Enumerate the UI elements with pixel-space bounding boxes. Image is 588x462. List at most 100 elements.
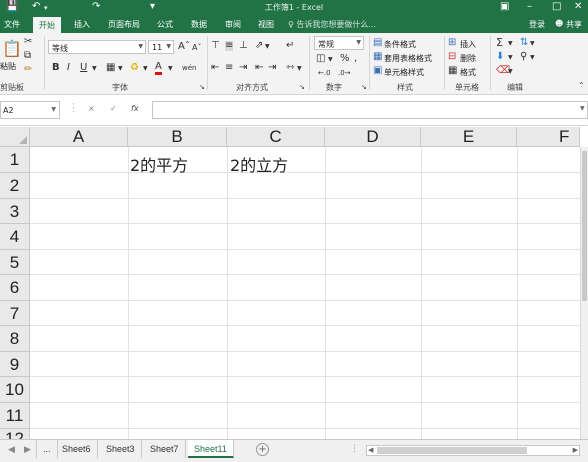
cell-b1[interactable]: 2的平方 <box>130 152 188 176</box>
font-color-icon[interactable]: A <box>155 62 162 75</box>
maximize-icon[interactable]: □ <box>552 1 561 12</box>
fill-dropdown-icon[interactable]: ▼ <box>508 53 513 63</box>
scroll-right-icon[interactable]: ▶ <box>573 446 578 454</box>
font-name-select[interactable]: 等线 ▼ <box>48 40 146 54</box>
cut-icon[interactable]: ✂ <box>24 37 32 47</box>
row-header-9[interactable]: 9 <box>0 352 30 377</box>
fill-icon[interactable]: ⬇ <box>496 52 504 62</box>
number-dialog-launcher-icon[interactable]: ↘ <box>361 82 367 92</box>
column-header-a[interactable]: A <box>30 127 128 147</box>
login-link[interactable]: 登录 <box>529 19 545 30</box>
sort-filter-icon[interactable]: ⇅ <box>520 38 528 48</box>
align-center-icon[interactable]: ≡ <box>225 63 233 73</box>
underline-dropdown-icon[interactable]: ▼ <box>92 64 97 74</box>
formula-input[interactable] <box>152 101 588 119</box>
italic-button[interactable]: I <box>67 63 70 73</box>
format-cells-button[interactable]: 格式 <box>460 67 476 78</box>
tell-me-search[interactable]: ♀ 告诉我您想要做什么... <box>288 19 376 30</box>
sort-filter-dropdown-icon[interactable]: ▼ <box>530 39 535 49</box>
alignment-dialog-launcher-icon[interactable]: ↘ <box>299 82 305 92</box>
row-header-11[interactable]: 11 <box>0 403 30 429</box>
tab-split-handle-icon[interactable]: ⋮ <box>350 444 359 454</box>
tab-data[interactable]: 数据 <box>191 19 207 30</box>
clear-dropdown-icon[interactable]: ▼ <box>508 67 513 77</box>
orientation-dropdown-icon[interactable]: ▼ <box>265 42 270 52</box>
cancel-edit-button[interactable]: × <box>88 104 95 113</box>
insert-cells-icon[interactable]: ⊞ <box>448 38 456 48</box>
bold-button[interactable]: B <box>52 63 60 73</box>
user-icon[interactable]: ☻ <box>555 19 563 28</box>
row-header-10[interactable]: 10 <box>0 377 30 403</box>
wrap-text-icon[interactable]: ↵ <box>286 41 294 51</box>
tab-view[interactable]: 视图 <box>258 19 274 30</box>
decrease-indent-icon[interactable]: ⇤ <box>255 63 263 73</box>
underline-button[interactable]: U <box>80 63 87 73</box>
close-icon[interactable]: ✕ <box>574 1 582 12</box>
cell-c1[interactable]: 2的立方 <box>230 152 288 176</box>
phonetic-guide-icon[interactable]: wén <box>182 63 196 73</box>
fill-color-icon[interactable]: ♻ <box>130 63 139 73</box>
sheet-tab-overflow[interactable]: ... <box>36 440 58 458</box>
horizontal-scrollbar[interactable]: ◀ ▶ <box>366 445 580 456</box>
percent-style-icon[interactable]: % <box>340 54 350 64</box>
comma-style-icon[interactable]: , <box>354 54 357 64</box>
autosum-icon[interactable]: Σ <box>496 37 503 48</box>
row-header-7[interactable]: 7 <box>0 301 30 326</box>
currency-format-icon[interactable]: ◫ <box>316 54 325 64</box>
row-header-4[interactable]: 4 <box>0 224 30 250</box>
number-format-select[interactable]: 常规 ▼ <box>314 36 364 50</box>
column-header-e[interactable]: E <box>421 127 517 147</box>
copy-icon[interactable]: ⧉ <box>24 51 31 61</box>
next-sheet-icon[interactable]: ▶ <box>24 445 31 455</box>
tab-insert[interactable]: 插入 <box>74 19 90 30</box>
font-dialog-launcher-icon[interactable]: ↘ <box>199 82 205 92</box>
merge-dropdown-icon[interactable]: ▼ <box>297 64 302 74</box>
column-header-b[interactable]: B <box>128 127 227 147</box>
sheet-tab-sheet11[interactable]: Sheet11 <box>188 440 234 458</box>
decrease-decimal-icon[interactable]: .0→ <box>338 68 351 78</box>
minimize-icon[interactable]: – <box>527 1 532 12</box>
increase-decimal-icon[interactable]: ←.0 <box>318 68 331 78</box>
format-cells-icon[interactable]: ▦ <box>448 66 457 76</box>
select-all-button[interactable] <box>0 127 30 147</box>
find-select-icon[interactable]: ⚲ <box>520 52 527 62</box>
align-top-icon[interactable]: ⊤ <box>211 41 220 51</box>
paste-icon[interactable]: 📋 <box>2 41 22 57</box>
row-header-6[interactable]: 6 <box>0 275 30 301</box>
expand-formula-bar-icon[interactable]: ▼ <box>580 105 585 112</box>
row-header-5[interactable]: 5 <box>0 250 30 275</box>
sheet-tab-sheet7[interactable]: Sheet7 <box>144 440 186 458</box>
row-header-1[interactable]: 1 <box>0 147 30 173</box>
conditional-format-icon[interactable]: ▤ <box>373 38 382 48</box>
tab-file[interactable]: 文件 <box>4 19 20 30</box>
confirm-edit-button[interactable]: ✓ <box>110 104 117 113</box>
scroll-left-icon[interactable]: ◀ <box>368 446 373 454</box>
cell-styles-button[interactable]: 单元格样式 <box>384 67 424 78</box>
align-bottom-icon[interactable]: ⊥ <box>239 41 248 51</box>
font-size-select[interactable]: 11 ▼ <box>148 40 174 54</box>
row-header-2[interactable]: 2 <box>0 173 30 199</box>
horizontal-scroll-thumb[interactable] <box>377 447 527 454</box>
delete-cells-button[interactable]: 删除 <box>460 53 476 64</box>
font-color-dropdown-icon[interactable]: ▼ <box>168 64 173 74</box>
decrease-font-size-icon[interactable]: Aˇ <box>192 43 201 53</box>
align-left-icon[interactable]: ⇤ <box>211 63 219 73</box>
previous-sheet-icon[interactable]: ◀ <box>8 445 15 455</box>
conditional-format-button[interactable]: 条件格式 <box>384 39 416 50</box>
paste-button[interactable]: 粘贴 <box>0 61 16 72</box>
currency-dropdown-icon[interactable]: ▼ <box>328 55 333 65</box>
increase-font-size-icon[interactable]: Aˆ <box>178 42 190 52</box>
format-painter-icon[interactable]: ✏ <box>24 65 32 75</box>
share-button[interactable]: 共享 <box>566 19 582 30</box>
tab-home[interactable]: 开始 <box>33 17 61 33</box>
cell-styles-icon[interactable]: ▣ <box>373 66 382 76</box>
delete-cells-icon[interactable]: ⊟ <box>448 52 456 62</box>
format-as-table-button[interactable]: 套用表格格式 <box>384 53 432 64</box>
fill-color-dropdown-icon[interactable]: ▼ <box>143 64 148 74</box>
find-select-dropdown-icon[interactable]: ▼ <box>530 53 535 63</box>
row-header-8[interactable]: 8 <box>0 326 30 352</box>
collapse-ribbon-icon[interactable]: ⌃ <box>578 81 585 91</box>
row-header-3[interactable]: 3 <box>0 199 30 224</box>
row-header-12[interactable]: 12 <box>0 429 30 439</box>
tab-page-layout[interactable]: 页面布局 <box>108 19 140 30</box>
